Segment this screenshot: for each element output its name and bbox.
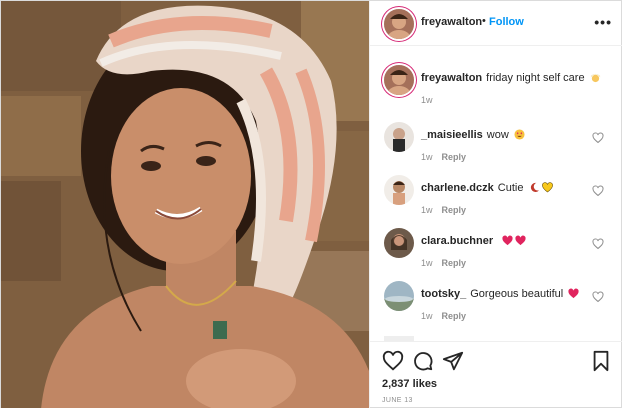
red-heart-emoji [502, 235, 513, 246]
moon-emoji [530, 182, 539, 193]
post-photo[interactable] [1, 1, 369, 408]
commenter-avatar[interactable] [384, 228, 414, 258]
like-comment-heart-icon[interactable] [592, 238, 604, 250]
like-comment-heart-icon[interactable] [592, 132, 604, 144]
comment-text: tootsky_ Gorgeous beautiful [421, 287, 591, 301]
reply-button[interactable]: Reply [442, 205, 467, 215]
author-avatar[interactable] [384, 65, 414, 95]
reply-button[interactable]: Reply [442, 311, 467, 321]
reply-button[interactable]: Reply [442, 152, 467, 162]
share-icon[interactable] [442, 350, 464, 372]
post-actions: 2,837 likes JUNE 13 [370, 341, 622, 408]
comment-row: clara.buchner 1w Reply [370, 228, 622, 278]
comment-username[interactable]: clara.buchner [421, 235, 493, 247]
comment-body: Gorgeous beautiful [470, 288, 564, 300]
comment-icon[interactable] [412, 350, 434, 372]
commenter-avatar[interactable] [384, 122, 414, 152]
like-comment-heart-icon[interactable] [592, 291, 604, 303]
caption-username[interactable]: freyawalton [421, 72, 482, 84]
caption-time: 1w [421, 95, 433, 105]
author-avatar[interactable] [384, 9, 414, 39]
comment-row: charlene.dczk Cutie 1w Reply [370, 175, 622, 225]
caption-body: friday night self care [486, 72, 585, 84]
comment-row: tootsky_ Gorgeous beautiful 1w Reply [370, 281, 622, 331]
reply-button[interactable]: Reply [442, 258, 467, 268]
comment-row: _maisieellis wow 1w Reply [370, 122, 622, 172]
author-username[interactable]: freyawalton [421, 16, 482, 28]
red-heart-emoji [568, 288, 579, 299]
comment-meta: 1w Reply [421, 152, 466, 162]
caption-text: freyawalton friday night self care [421, 71, 600, 85]
comment-meta: 1w Reply [421, 205, 466, 215]
person-towel-emoji [590, 73, 600, 83]
commenter-avatar[interactable] [384, 281, 414, 311]
post-sidebar: freyawalton • Follow ••• freyawalton frid… [369, 1, 622, 408]
heart-eyes-emoji [514, 129, 525, 140]
post-header: freyawalton • Follow ••• [370, 1, 622, 46]
comment-text: clara.buchner [421, 234, 591, 248]
like-comment-heart-icon[interactable] [592, 185, 604, 197]
post-date: JUNE 13 [382, 397, 413, 404]
comment-text: charlene.dczk Cutie [421, 181, 591, 195]
caption-row: freyawalton friday night self care 1w [370, 65, 622, 115]
bookmark-icon[interactable] [590, 350, 612, 372]
comment-row-partial [370, 334, 622, 341]
comments-list[interactable]: freyawalton friday night self care 1w _ma… [370, 47, 622, 341]
comment-username[interactable]: tootsky_ [421, 288, 466, 300]
yellow-heart-emoji [541, 182, 553, 193]
comment-body: Cutie [497, 182, 524, 194]
comment-body: wow [486, 129, 509, 141]
comment-time: 1w [421, 152, 433, 162]
comment-meta: 1w Reply [421, 258, 466, 268]
comment-time: 1w [421, 258, 433, 268]
comment-meta: 1w Reply [421, 311, 466, 321]
comment-username[interactable]: charlene.dczk [421, 182, 494, 194]
likes-count[interactable]: 2,837 likes [382, 378, 437, 390]
like-heart-icon[interactable] [382, 350, 404, 372]
more-options-icon[interactable]: ••• [594, 14, 612, 30]
comment-text: _maisieellis wow [421, 128, 591, 142]
comment-time: 1w [421, 311, 433, 321]
comment-time: 1w [421, 205, 433, 215]
follow-button[interactable]: Follow [489, 16, 524, 28]
red-heart-emoji [515, 235, 526, 246]
instagram-post: freyawalton • Follow ••• freyawalton frid… [0, 0, 622, 408]
comment-username[interactable]: _maisieellis [421, 129, 483, 141]
separator-dot: • [482, 15, 486, 27]
photo-illustration [1, 1, 369, 408]
commenter-avatar[interactable] [384, 175, 414, 205]
